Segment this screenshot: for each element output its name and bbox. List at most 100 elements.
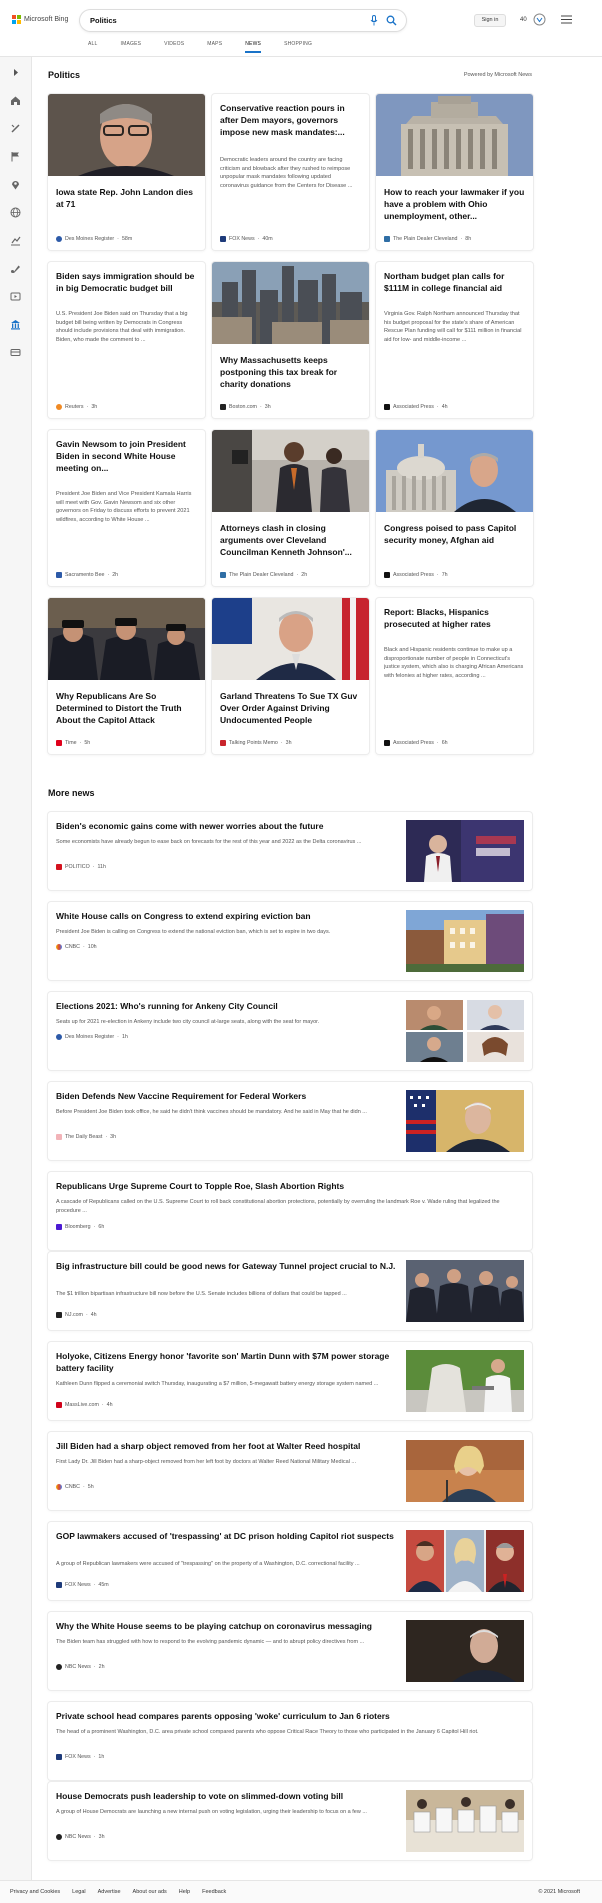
news-list-item[interactable]: GOP lawmakers accused of 'trespassing' a…: [48, 1522, 532, 1600]
news-source[interactable]: MassLive.com · 4h: [56, 1402, 113, 1408]
news-list-item[interactable]: House Democrats push leadership to vote …: [48, 1782, 532, 1860]
location-icon[interactable]: [10, 179, 21, 190]
news-card[interactable]: Why Massachusetts keeps postponing this …: [212, 262, 369, 418]
tab-shopping[interactable]: SHOPPING: [284, 41, 312, 53]
news-source[interactable]: Bloomberg · 6h: [56, 1224, 104, 1230]
more-icon[interactable]: [10, 347, 21, 358]
news-card[interactable]: Report: Blacks, Hispanics prosecuted at …: [376, 598, 533, 754]
card-source[interactable]: The Plain Dealer Cleveland · 2h: [220, 572, 307, 578]
news-card[interactable]: Gavin Newsom to join President Biden in …: [48, 430, 205, 586]
card-title[interactable]: Biden says immigration should be in big …: [56, 270, 197, 294]
footer-link-about-ads[interactable]: About our ads: [133, 1889, 167, 1895]
card-title[interactable]: Iowa state Rep. John Landon dies at 71: [56, 186, 197, 210]
news-source[interactable]: CNBC · 10h: [56, 944, 97, 950]
world-icon[interactable]: [10, 207, 21, 218]
news-card[interactable]: How to reach your lawmaker if you have a…: [376, 94, 533, 250]
card-source[interactable]: Associated Press · 7h: [384, 572, 448, 578]
news-source[interactable]: CNBC · 5h: [56, 1484, 94, 1490]
card-source[interactable]: Time · 5h: [56, 740, 90, 746]
news-title[interactable]: Private school head compares parents opp…: [56, 1710, 401, 1722]
news-list-item[interactable]: Why the White House seems to be playing …: [48, 1612, 532, 1690]
card-source[interactable]: Associated Press · 6h: [384, 740, 448, 746]
powered-by[interactable]: Powered by Microsoft News: [464, 72, 532, 78]
card-title[interactable]: Garland Threatens To Sue TX Guv Over Ord…: [220, 690, 361, 726]
news-source[interactable]: FOX News · 45m: [56, 1582, 109, 1588]
news-list-item[interactable]: Biden Defends New Vaccine Requirement fo…: [48, 1082, 532, 1160]
card-title[interactable]: Conservative reaction pours in after Dem…: [220, 102, 361, 138]
news-title[interactable]: House Democrats push leadership to vote …: [56, 1790, 401, 1802]
flag-icon[interactable]: [10, 151, 21, 162]
news-title[interactable]: Republicans Urge Supreme Court to Topple…: [56, 1180, 401, 1192]
card-title[interactable]: Congress poised to pass Capitol security…: [384, 522, 525, 546]
sign-in-button[interactable]: Sign in: [474, 14, 506, 27]
bing-logo[interactable]: Microsoft Bing: [12, 15, 68, 24]
news-list-item[interactable]: Holyoke, Citizens Energy honor 'favorite…: [48, 1342, 532, 1420]
card-title[interactable]: Attorneys clash in closing arguments ove…: [220, 522, 361, 558]
news-card[interactable]: Northam budget plan calls for $111M in c…: [376, 262, 533, 418]
news-title[interactable]: Why the White House seems to be playing …: [56, 1620, 401, 1632]
card-title[interactable]: Why Massachusetts keeps postponing this …: [220, 354, 361, 390]
money-icon[interactable]: [10, 235, 21, 246]
news-title[interactable]: Big infrastructure bill could be good ne…: [56, 1260, 401, 1272]
hamburger-menu-icon[interactable]: [561, 15, 572, 24]
sports-icon[interactable]: [10, 123, 21, 134]
news-card[interactable]: Congress poised to pass Capitol security…: [376, 430, 533, 586]
news-source[interactable]: NJ.com · 4h: [56, 1312, 97, 1318]
card-source[interactable]: Talking Points Memo · 3h: [220, 740, 292, 746]
news-title[interactable]: White House calls on Congress to extend …: [56, 910, 401, 922]
card-source[interactable]: Reuters · 3h: [56, 404, 97, 410]
card-source[interactable]: Des Moines Register · 58m: [56, 236, 132, 242]
home-icon[interactable]: [10, 95, 21, 106]
news-list-item[interactable]: Republicans Urge Supreme Court to Topple…: [48, 1172, 532, 1250]
news-source[interactable]: NBC News · 2h: [56, 1664, 105, 1670]
news-list-item[interactable]: Elections 2021: Who's running for Ankeny…: [48, 992, 532, 1070]
footer-link-legal[interactable]: Legal: [72, 1889, 85, 1895]
card-title[interactable]: Report: Blacks, Hispanics prosecuted at …: [384, 606, 525, 630]
card-title[interactable]: How to reach your lawmaker if you have a…: [384, 186, 525, 222]
card-source[interactable]: Associated Press · 4h: [384, 404, 448, 410]
rewards-count[interactable]: 40: [520, 17, 527, 23]
expand-icon[interactable]: [10, 67, 21, 78]
card-source[interactable]: Boston.com · 3h: [220, 404, 271, 410]
news-source[interactable]: The Daily Beast · 3h: [56, 1134, 116, 1140]
news-title[interactable]: Biden's economic gains come with newer w…: [56, 820, 401, 832]
news-title[interactable]: GOP lawmakers accused of 'trespassing' a…: [56, 1530, 401, 1542]
tab-news[interactable]: NEWS: [245, 41, 262, 53]
footer-link-help[interactable]: Help: [179, 1889, 190, 1895]
footer-link-feedback[interactable]: Feedback: [202, 1889, 226, 1895]
microphone-icon[interactable]: [370, 15, 378, 26]
card-source[interactable]: Sacramento Bee · 2h: [56, 572, 118, 578]
news-list-item[interactable]: Private school head compares parents opp…: [48, 1702, 532, 1780]
search-query[interactable]: Politics: [90, 16, 117, 25]
news-title[interactable]: Jill Biden had a sharp object removed fr…: [56, 1440, 401, 1452]
news-source[interactable]: FOX News · 1h: [56, 1754, 104, 1760]
news-title[interactable]: Holyoke, Citizens Energy honor 'favorite…: [56, 1350, 401, 1374]
politics-icon[interactable]: [10, 319, 21, 330]
entertainment-icon[interactable]: [10, 291, 21, 302]
rewards-icon[interactable]: [533, 13, 546, 26]
news-title[interactable]: Elections 2021: Who's running for Ankeny…: [56, 1000, 401, 1012]
card-title[interactable]: Gavin Newsom to join President Biden in …: [56, 438, 197, 474]
card-title[interactable]: Why Republicans Are So Determined to Dis…: [56, 690, 197, 726]
tab-videos[interactable]: VIDEOS: [164, 41, 184, 53]
news-source[interactable]: Des Moines Register · 1h: [56, 1034, 128, 1040]
news-card[interactable]: Why Republicans Are So Determined to Dis…: [48, 598, 205, 754]
news-card[interactable]: Conservative reaction pours in after Dem…: [212, 94, 369, 250]
news-title[interactable]: Biden Defends New Vaccine Requirement fo…: [56, 1090, 401, 1102]
news-source[interactable]: POLITICO · 11h: [56, 864, 106, 870]
news-card[interactable]: Attorneys clash in closing arguments ove…: [212, 430, 369, 586]
tab-all[interactable]: ALL: [88, 41, 98, 53]
tab-images[interactable]: IMAGES: [121, 41, 142, 53]
news-card[interactable]: Biden says immigration should be in big …: [48, 262, 205, 418]
news-card[interactable]: Garland Threatens To Sue TX Guv Over Ord…: [212, 598, 369, 754]
footer-link-advertise[interactable]: Advertise: [98, 1889, 121, 1895]
search-icon[interactable]: [386, 15, 397, 26]
footer-link-privacy[interactable]: Privacy and Cookies: [10, 1889, 60, 1895]
science-icon[interactable]: [10, 263, 21, 274]
card-source[interactable]: The Plain Dealer Cleveland · 8h: [384, 236, 471, 242]
card-source[interactable]: FOX News · 40m: [220, 236, 273, 242]
news-list-item[interactable]: Biden's economic gains come with newer w…: [48, 812, 532, 890]
card-title[interactable]: Northam budget plan calls for $111M in c…: [384, 270, 525, 294]
tab-maps[interactable]: MAPS: [207, 41, 222, 53]
news-card[interactable]: Iowa state Rep. John Landon dies at 71 D…: [48, 94, 205, 250]
